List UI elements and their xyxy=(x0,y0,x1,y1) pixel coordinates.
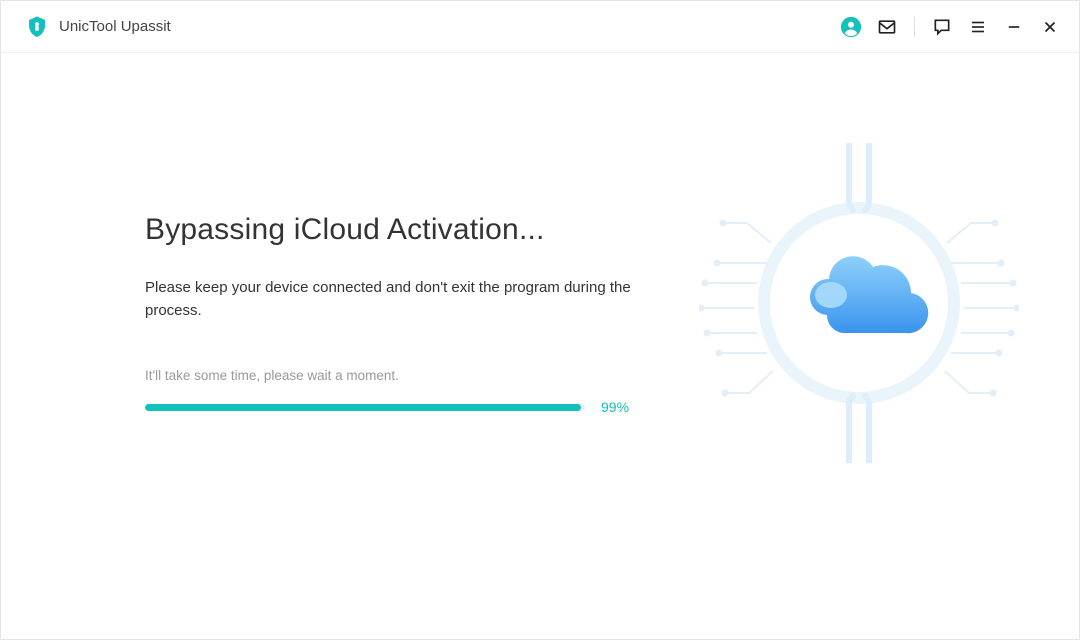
main-subtitle: Please keep your device connected and do… xyxy=(145,277,665,322)
main-content: Bypassing iCloud Activation... Please ke… xyxy=(1,53,1079,639)
cloud-icon xyxy=(810,256,928,333)
app-logo-icon xyxy=(25,15,49,39)
mail-icon[interactable] xyxy=(876,16,898,38)
titlebar-divider xyxy=(914,17,915,37)
account-icon[interactable] xyxy=(840,16,862,38)
wait-text: It'll take some time, please wait a mome… xyxy=(145,368,665,383)
main-text-block: Bypassing iCloud Activation... Please ke… xyxy=(145,213,665,415)
chat-icon[interactable] xyxy=(931,16,953,38)
main-heading: Bypassing iCloud Activation... xyxy=(145,213,665,247)
progress-row: 99% xyxy=(145,399,665,415)
app-window: UnicTool Upassit xyxy=(0,0,1080,640)
menu-icon[interactable] xyxy=(967,16,989,38)
progress-track xyxy=(145,404,585,411)
progress-label: 99% xyxy=(601,399,629,415)
cloud-illustration xyxy=(699,143,1019,463)
close-icon[interactable] xyxy=(1039,16,1061,38)
titlebar-icons xyxy=(840,16,1061,38)
minimize-icon[interactable] xyxy=(1003,16,1025,38)
progress-fill xyxy=(145,404,581,411)
titlebar: UnicTool Upassit xyxy=(1,1,1079,53)
app-title: UnicTool Upassit xyxy=(59,18,171,35)
